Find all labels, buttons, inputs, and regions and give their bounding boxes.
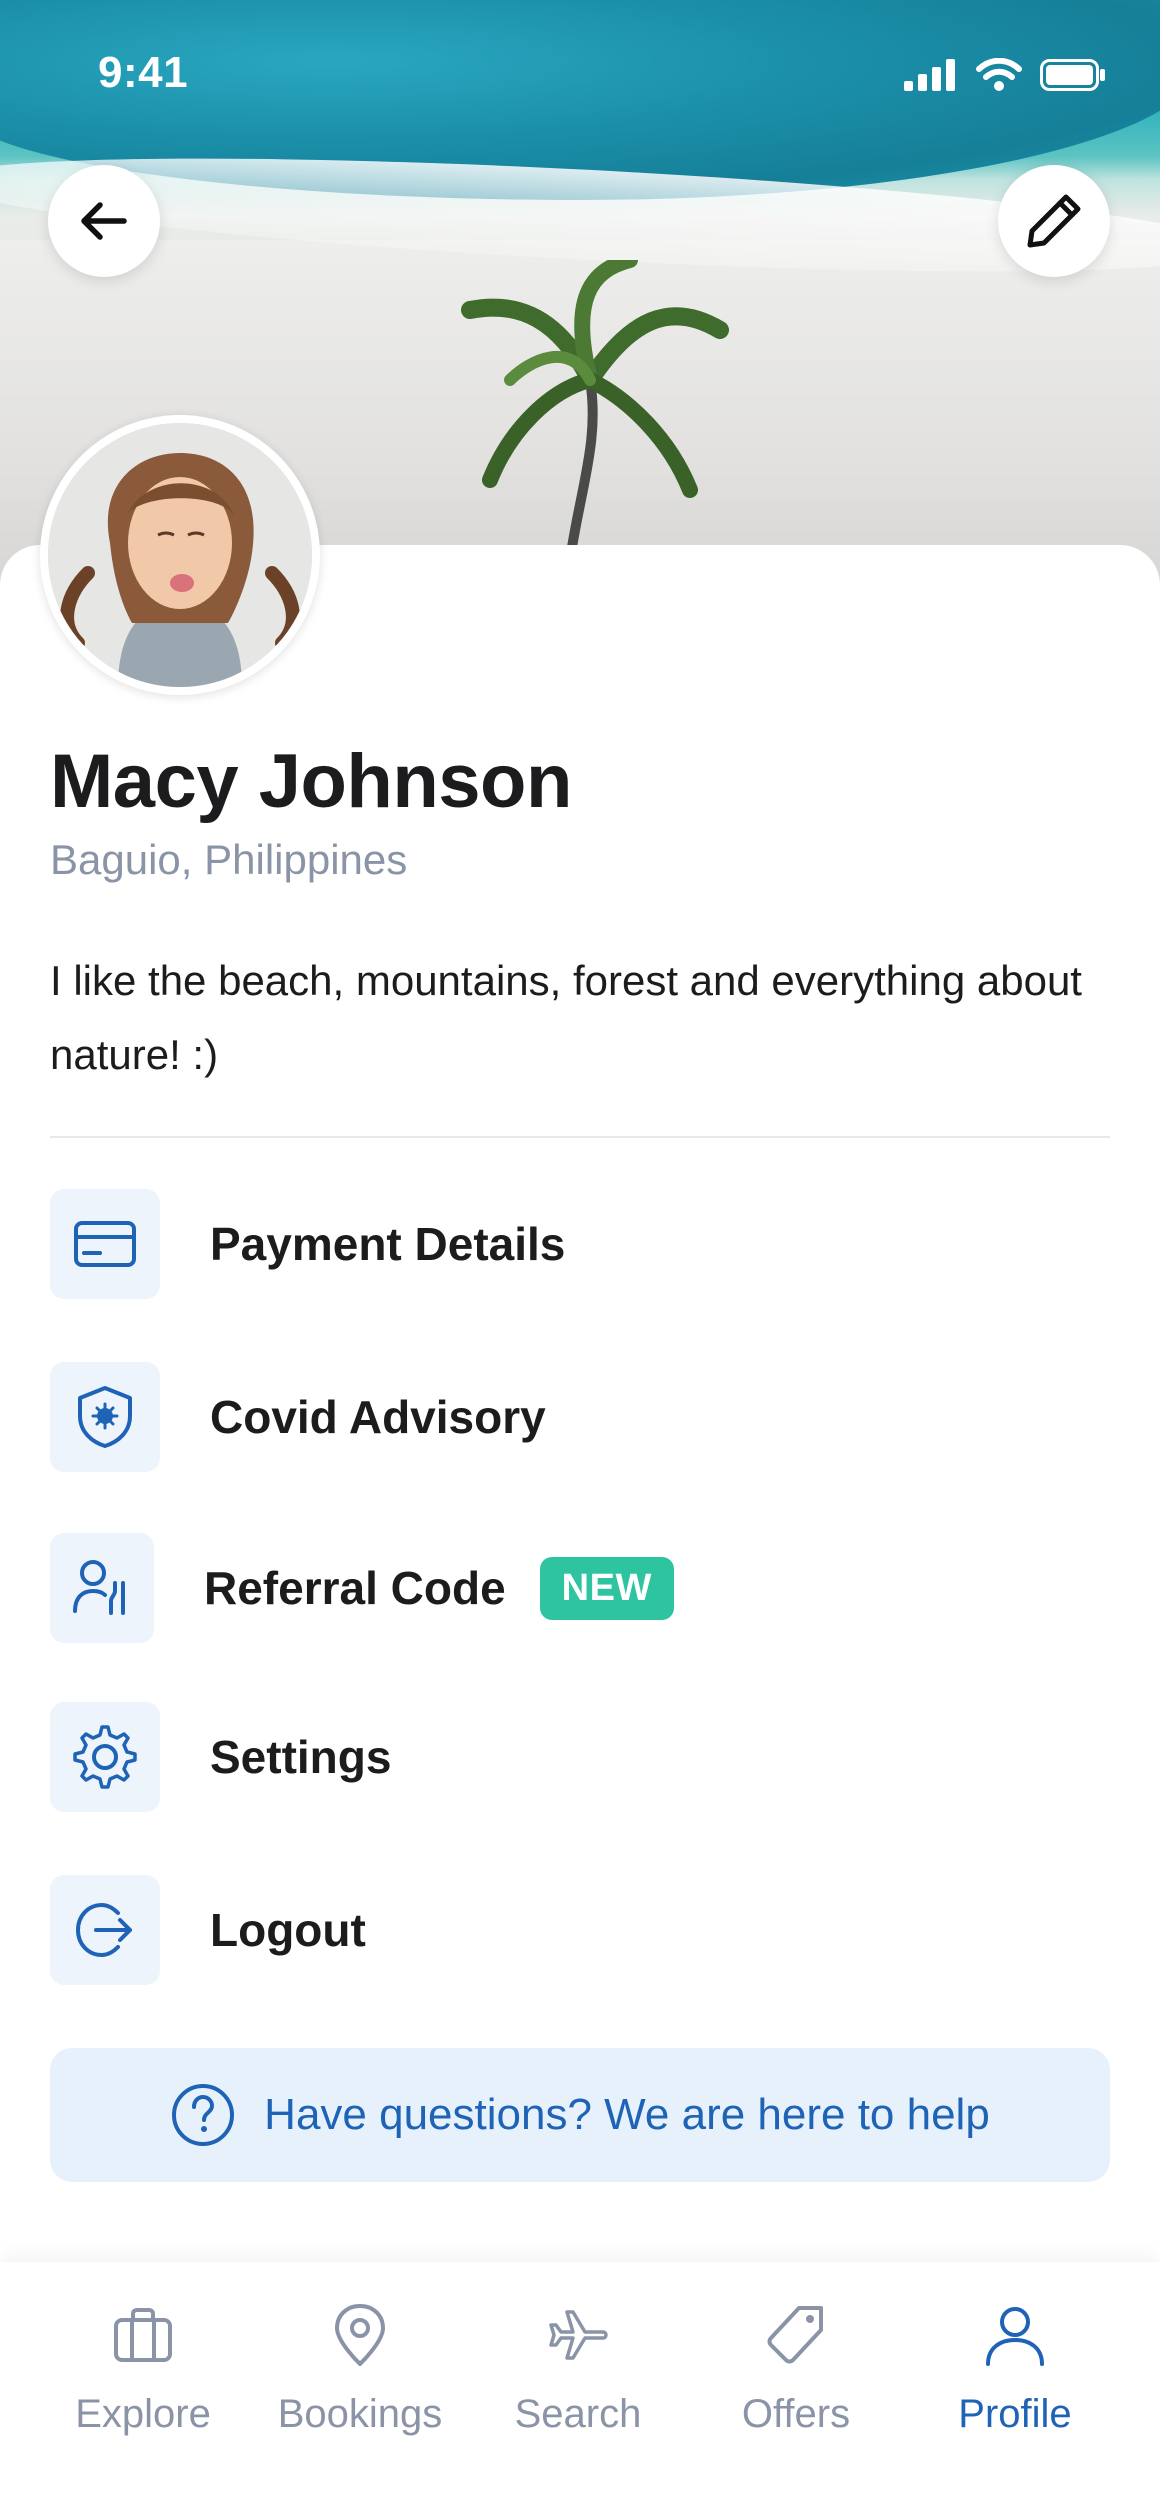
divider xyxy=(50,1136,1110,1138)
user-icon xyxy=(986,2307,1044,2366)
tab-label: Profile xyxy=(958,2392,1072,2436)
menu-item-covid-advisory[interactable]: Covid Advisory xyxy=(50,1361,1110,1473)
tab-label: Explore xyxy=(75,2392,211,2436)
new-badge: NEW xyxy=(539,1556,674,1620)
profile-location: Baguio, Philippines xyxy=(50,836,408,883)
menu-item-referral-code[interactable]: Referral Code NEW xyxy=(50,1532,1110,1644)
profile-name: Macy Johnson xyxy=(50,739,572,824)
palm-tree-illustration xyxy=(461,260,729,560)
tab-bookings[interactable]: Bookings xyxy=(260,2302,460,2437)
wifi-icon xyxy=(976,58,1022,91)
profile-bio: I like the beach, mountains, forest and … xyxy=(50,957,1082,1078)
avatar[interactable] xyxy=(40,415,320,695)
status-bar: 9:41 xyxy=(0,0,1160,150)
menu-item-label: Covid Advisory xyxy=(210,1391,546,1443)
arrow-left-icon xyxy=(81,202,127,240)
tab-label: Bookings xyxy=(277,2392,443,2436)
status-icons xyxy=(904,58,1106,92)
menu-item-logout[interactable]: Logout xyxy=(50,1874,1110,1986)
profile-screen: 9:41 Macy Johnson Baguio, Philippines I … xyxy=(0,0,1160,2512)
menu-item-payment-details[interactable]: Payment Details xyxy=(50,1188,1110,1300)
edit-profile-button[interactable] xyxy=(998,165,1110,277)
map-pin-icon xyxy=(335,2304,385,2366)
bottom-tab-bar: Explore Bookings Search Offers Profile xyxy=(0,2262,1160,2512)
logout-icon xyxy=(50,1875,160,1985)
menu-item-label: Logout xyxy=(210,1904,366,1956)
tab-label: Search xyxy=(514,2392,642,2436)
menu-item-label: Settings xyxy=(210,1731,392,1783)
avatar-photo xyxy=(48,423,312,687)
help-text: Have questions? We are here to help xyxy=(264,2090,990,2139)
status-time: 9:41 xyxy=(98,48,189,97)
briefcase-icon xyxy=(114,2308,172,2362)
cellular-signal-icon xyxy=(904,59,955,91)
back-button[interactable] xyxy=(48,165,160,277)
shield-virus-icon xyxy=(50,1362,160,1472)
airplane-icon xyxy=(549,2310,608,2360)
tag-icon xyxy=(767,2306,823,2364)
menu-item-label: Payment Details xyxy=(210,1218,566,1270)
tab-offers[interactable]: Offers xyxy=(696,2302,896,2437)
pencil-icon xyxy=(1027,194,1081,248)
tab-explore[interactable]: Explore xyxy=(43,2302,243,2437)
user-referral-icon xyxy=(50,1533,154,1643)
menu-item-settings[interactable]: Settings xyxy=(50,1701,1110,1813)
tab-label: Offers xyxy=(741,2392,851,2436)
question-circle-icon xyxy=(172,2084,235,2146)
gear-icon xyxy=(50,1702,160,1812)
tab-search[interactable]: Search xyxy=(478,2302,678,2437)
battery-icon xyxy=(1040,59,1105,91)
tab-profile[interactable]: Profile xyxy=(915,2302,1115,2437)
menu-item-label: Referral Code xyxy=(204,1562,506,1614)
credit-card-icon xyxy=(50,1189,160,1299)
help-banner[interactable]: Have questions? We are here to help xyxy=(50,2048,1110,2182)
